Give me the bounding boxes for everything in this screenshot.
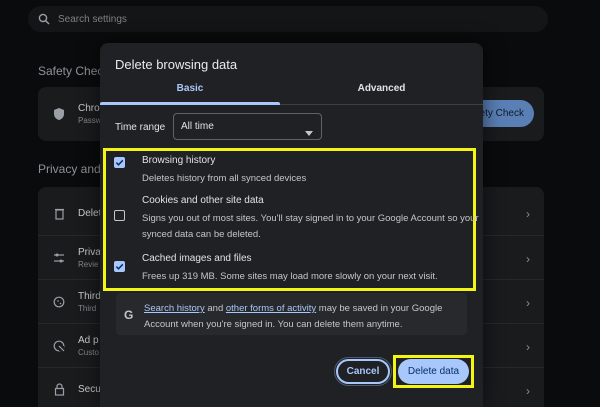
- active-tab-indicator: [100, 102, 280, 105]
- chevron-right-icon: ›: [526, 207, 530, 221]
- privacy-row-guide-sub: Revie: [78, 259, 99, 269]
- browsing-history-description: Deletes history from all synced devices: [142, 173, 307, 184]
- time-range-value: All time: [181, 121, 214, 132]
- lock-icon: [52, 383, 66, 397]
- search-icon: [38, 13, 50, 25]
- shield-icon: [52, 107, 66, 121]
- cancel-button[interactable]: Cancel: [334, 357, 392, 386]
- browsing-history-checkbox[interactable]: [114, 157, 125, 168]
- delete-data-button[interactable]: Delete data: [398, 359, 469, 384]
- cookie-icon: [52, 295, 66, 309]
- cached-images-title: Cached images and files: [142, 253, 252, 264]
- search-bar[interactable]: Search settings: [28, 6, 548, 32]
- time-range-select[interactable]: All time: [173, 113, 322, 140]
- delete-browsing-data-dialog: Delete browsing data Basic Advanced Time…: [100, 43, 483, 407]
- privacy-row-security-title: Secu: [78, 384, 101, 395]
- note-text-mid: and: [204, 303, 226, 314]
- tab-advanced[interactable]: Advanced: [280, 83, 483, 105]
- safety-check-row-sub: Passw: [78, 116, 102, 125]
- tune-icon: [52, 251, 66, 265]
- dialog-title: Delete browsing data: [115, 57, 238, 72]
- cached-images-description: Frees up 319 MB. Some sites may load mor…: [142, 271, 438, 282]
- privacy-row-ads-sub: Custo: [78, 347, 99, 357]
- search-placeholder: Search settings: [58, 13, 127, 25]
- safety-check-row-title: Chro: [78, 103, 100, 114]
- chevron-right-icon: ›: [526, 296, 530, 310]
- account-activity-note: G Search history and other forms of acti…: [116, 293, 467, 335]
- privacy-row-delete-title: Delet: [78, 207, 102, 219]
- google-icon: G: [124, 308, 134, 322]
- other-activity-link[interactable]: other forms of activity: [226, 303, 316, 314]
- privacy-row-cookies-sub: Third: [78, 303, 97, 313]
- time-range-label: Time range: [115, 122, 166, 133]
- cookies-description: Signs you out of most sites. You'll stay…: [142, 213, 479, 240]
- browsing-history-title: Browsing history: [142, 155, 216, 166]
- chevron-right-icon: ›: [526, 384, 530, 398]
- ad-icon: [52, 339, 66, 353]
- privacy-row-ads-title: Ad p: [78, 334, 99, 346]
- safety-check-heading: Safety Check: [38, 64, 110, 78]
- cookies-title: Cookies and other site data: [142, 195, 264, 206]
- search-history-link[interactable]: Search history: [144, 303, 205, 314]
- dropdown-caret-icon: [305, 123, 313, 141]
- privacy-row-guide-title: Priva: [78, 246, 101, 258]
- trash-icon: [52, 206, 66, 220]
- note-text: Search history and other forms of activi…: [144, 301, 462, 333]
- cached-images-checkbox[interactable]: [114, 261, 125, 272]
- chevron-right-icon: ›: [526, 252, 530, 266]
- chevron-right-icon: ›: [526, 340, 530, 354]
- privacy-row-cookies-title: Third: [78, 290, 101, 302]
- cookies-checkbox[interactable]: [114, 210, 125, 221]
